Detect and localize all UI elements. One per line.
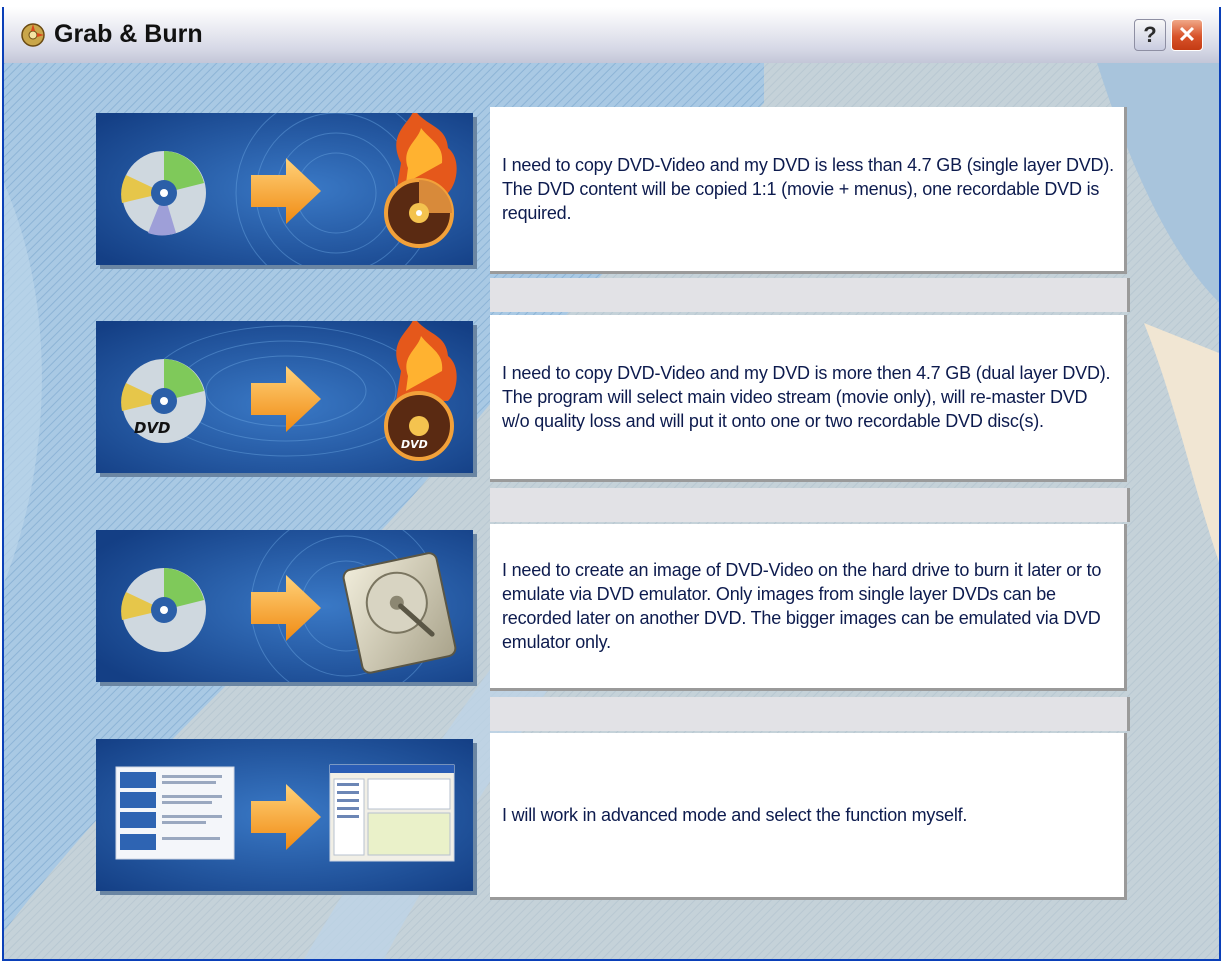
option-text: I need to copy DVD-Video and my DVD is m…	[502, 363, 1111, 431]
options-panel: I need to copy DVD-Video and my DVD is l…	[4, 63, 1219, 959]
option-text: I will work in advanced mode and select …	[502, 805, 968, 825]
advanced-mode-illustration	[96, 739, 473, 891]
dvd-to-hard-drive-illustration	[96, 530, 473, 682]
advanced-screenshot-icon	[329, 764, 455, 862]
help-button[interactable]: ?	[1134, 19, 1166, 51]
option-description[interactable]: I need to create an image of DVD-Video o…	[490, 524, 1127, 691]
option-description[interactable]: I need to copy DVD-Video and my DVD is m…	[490, 315, 1127, 482]
separator-band	[490, 278, 1130, 312]
option-description[interactable]: I will work in advanced mode and select …	[490, 733, 1127, 900]
separator-band	[490, 697, 1130, 731]
dvd-copy-single-layer-illustration	[96, 113, 473, 265]
hard-drive-icon	[342, 552, 457, 674]
option-image-to-hard-drive[interactable]: I need to create an image of DVD-Video o…	[4, 524, 1219, 700]
dvd-logo: DVD	[134, 419, 171, 437]
option-copy-dual-layer[interactable]: DVD DVD I need to copy DVD-Video and my …	[4, 315, 1219, 491]
close-button[interactable]: ✕	[1171, 19, 1203, 51]
dvd-copy-dual-layer-illustration: DVD DVD	[96, 321, 473, 473]
svg-text:DVD: DVD	[401, 438, 428, 451]
option-description[interactable]: I need to copy DVD-Video and my DVD is l…	[490, 107, 1127, 274]
app-icon	[21, 23, 45, 47]
grab-and-burn-window: Grab & Burn ? ✕ I need to copy DVD-Video…	[2, 7, 1221, 961]
wizard-screenshot-icon	[115, 766, 235, 860]
close-icon: ✕	[1177, 22, 1197, 47]
window-title: Grab & Burn	[54, 20, 203, 48]
option-text: I need to create an image of DVD-Video o…	[502, 560, 1102, 652]
option-advanced-mode[interactable]: I will work in advanced mode and select …	[4, 733, 1219, 909]
title-bar[interactable]: Grab & Burn ? ✕	[4, 7, 1219, 64]
option-copy-single-layer[interactable]: I need to copy DVD-Video and my DVD is l…	[4, 107, 1219, 283]
help-icon: ?	[1143, 22, 1157, 47]
option-text: I need to copy DVD-Video and my DVD is l…	[502, 155, 1114, 223]
separator-band	[490, 488, 1130, 522]
